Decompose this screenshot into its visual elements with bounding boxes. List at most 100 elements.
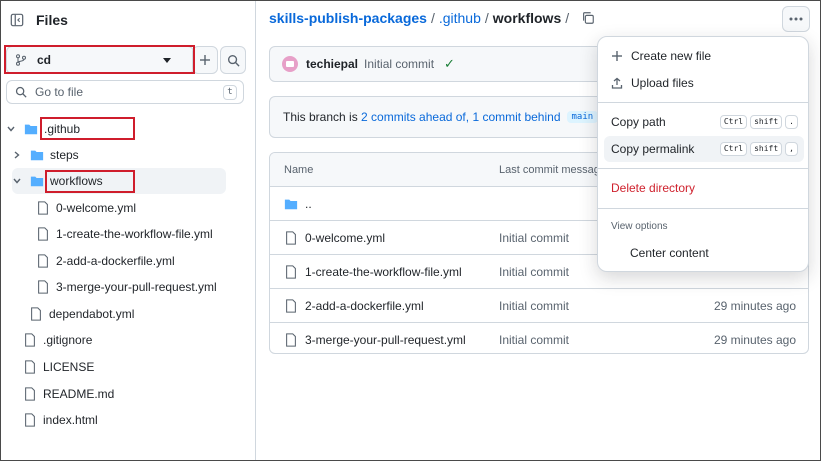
copy-icon[interactable] (581, 11, 595, 25)
file-icon (25, 333, 35, 347)
sidebar-title: Files (36, 12, 68, 28)
tree-item-label: 1-create-the-workflow-file.yml (56, 227, 213, 241)
shortcut-key: . (785, 115, 798, 129)
menu-item-label: Delete directory (611, 181, 696, 195)
folder-open-icon (30, 176, 44, 187)
tree-item-file[interactable]: index.html (23, 407, 98, 433)
tree-item-file[interactable]: dependabot.yml (29, 301, 134, 327)
more-options-menu: Create new file Upload files Copy path C… (597, 36, 809, 272)
table-row[interactable]: 3-merge-your-pull-request.yml Initial co… (270, 323, 808, 353)
file-sidebar: Files cd Go to file t .github steps work… (0, 0, 256, 461)
tree-item-steps[interactable]: steps (12, 142, 244, 168)
tree-item-file[interactable]: README.md (23, 381, 114, 407)
branch-row: cd (6, 46, 246, 74)
menu-item-center-content[interactable]: Center content (604, 240, 804, 266)
breadcrumb-repo-link[interactable]: skills-publish-packages (269, 10, 427, 26)
tree-item-label: 3-merge-your-pull-request.yml (56, 280, 217, 294)
commit-author[interactable]: techiepal (306, 57, 358, 71)
more-options-button[interactable] (782, 6, 810, 32)
file-icon (38, 280, 48, 294)
menu-item-copy-permalink[interactable]: Copy permalink Ctrl shift , (604, 136, 804, 162)
commit-message-link[interactable]: Initial commit (499, 333, 569, 347)
chevron-right-icon (14, 151, 20, 159)
commit-age: 29 minutes ago (713, 299, 796, 313)
plus-icon (200, 55, 210, 65)
breadcrumb-separator: / (565, 10, 570, 26)
breadcrumb-folder-link[interactable]: .github (439, 10, 481, 26)
commit-message-link[interactable]: Initial commit (499, 299, 569, 313)
branch-selector[interactable]: cd (6, 46, 194, 74)
tree-item-label: index.html (43, 413, 98, 427)
file-name-link[interactable]: 3-merge-your-pull-request.yml (305, 333, 466, 347)
file-name-link[interactable]: 1-create-the-workflow-file.yml (305, 265, 462, 279)
chevron-down-icon (13, 178, 21, 184)
file-icon (286, 265, 296, 279)
folder-open-icon (24, 124, 38, 135)
branch-status-prefix: This branch is (283, 110, 358, 124)
commits-behind-link[interactable]: 1 commit behind (472, 110, 560, 124)
commit-message-link[interactable]: Initial commit (499, 265, 569, 279)
search-button[interactable] (220, 46, 246, 74)
tree-item-file[interactable]: 2-add-a-dockerfile.yml (36, 248, 175, 274)
tree-item-label: 0-welcome.yml (56, 201, 137, 215)
chevron-down-icon (163, 58, 171, 63)
folder-icon (284, 199, 298, 210)
commits-ahead-link[interactable]: 2 commits ahead of, (361, 110, 469, 124)
breadcrumb-separator: / (484, 10, 489, 26)
tree-item-workflows[interactable]: workflows (12, 168, 226, 194)
commit-message-link[interactable]: Initial commit (499, 231, 569, 245)
sidebar-header: Files (10, 10, 68, 30)
menu-item-upload-files[interactable]: Upload files (604, 70, 804, 96)
tree-item-label: .github (44, 122, 81, 136)
column-name: Name (284, 164, 314, 176)
table-row[interactable]: 2-add-a-dockerfile.yml Initial commit 29… (270, 289, 808, 323)
menu-item-label: Center content (630, 246, 709, 260)
file-name-link[interactable]: 2-add-a-dockerfile.yml (305, 299, 424, 313)
avatar[interactable] (282, 56, 298, 72)
file-icon (25, 360, 35, 374)
check-icon: ✓ (444, 56, 455, 71)
add-file-button[interactable] (192, 46, 218, 74)
tree-item-file[interactable]: LICENSE (23, 354, 94, 380)
file-icon (31, 307, 41, 321)
menu-item-copy-path[interactable]: Copy path Ctrl shift . (604, 109, 804, 135)
menu-item-delete-directory[interactable]: Delete directory (604, 175, 804, 201)
shortcut-key: Ctrl (719, 142, 748, 156)
file-icon (25, 387, 35, 401)
shortcut-key: , (785, 142, 798, 156)
tree-item-file[interactable]: 1-create-the-workflow-file.yml (36, 221, 213, 247)
shortcut-key: shift (750, 115, 783, 129)
breadcrumb: skills-publish-packages / .github / work… (269, 10, 595, 26)
file-icon (38, 227, 48, 241)
menu-group-heading: View options (611, 221, 668, 232)
go-to-file-input[interactable]: Go to file t (6, 80, 244, 104)
git-branch-icon (15, 54, 27, 66)
column-last-commit: Last commit message (499, 164, 606, 176)
menu-item-label: Create new file (631, 49, 712, 63)
tree-item-label: LICENSE (43, 360, 95, 374)
breadcrumb-current: workflows (492, 10, 562, 26)
file-icon (38, 254, 48, 268)
shortcut-key: shift (750, 142, 783, 156)
menu-item-label: Copy permalink (611, 142, 695, 156)
menu-item-label: Upload files (631, 76, 694, 90)
file-icon (286, 333, 296, 347)
parent-dir-link[interactable]: .. (305, 197, 312, 211)
commit-message[interactable]: Initial commit (364, 57, 434, 71)
file-name-link[interactable]: 0-welcome.yml (305, 231, 385, 245)
tree-item-file[interactable]: 3-merge-your-pull-request.yml (36, 274, 217, 300)
sidebar-collapse-icon[interactable] (10, 13, 24, 27)
tree-item-github[interactable]: .github (6, 116, 244, 142)
folder-icon (30, 150, 44, 161)
tree-item-label: 2-add-a-dockerfile.yml (56, 254, 175, 268)
keyboard-shortcut: Ctrl shift . (719, 115, 798, 129)
tree-item-label: dependabot.yml (49, 307, 135, 321)
tree-item-label: .gitignore (43, 333, 93, 347)
search-icon (15, 86, 27, 98)
menu-item-create-new-file[interactable]: Create new file (604, 43, 804, 69)
tree-item-label: steps (50, 148, 79, 162)
tree-item-file[interactable]: .gitignore (23, 327, 92, 353)
tree-item-file[interactable]: 0-welcome.yml (36, 195, 136, 221)
commit-age: 29 minutes ago (713, 333, 796, 347)
base-branch-badge[interactable]: main (566, 111, 599, 123)
